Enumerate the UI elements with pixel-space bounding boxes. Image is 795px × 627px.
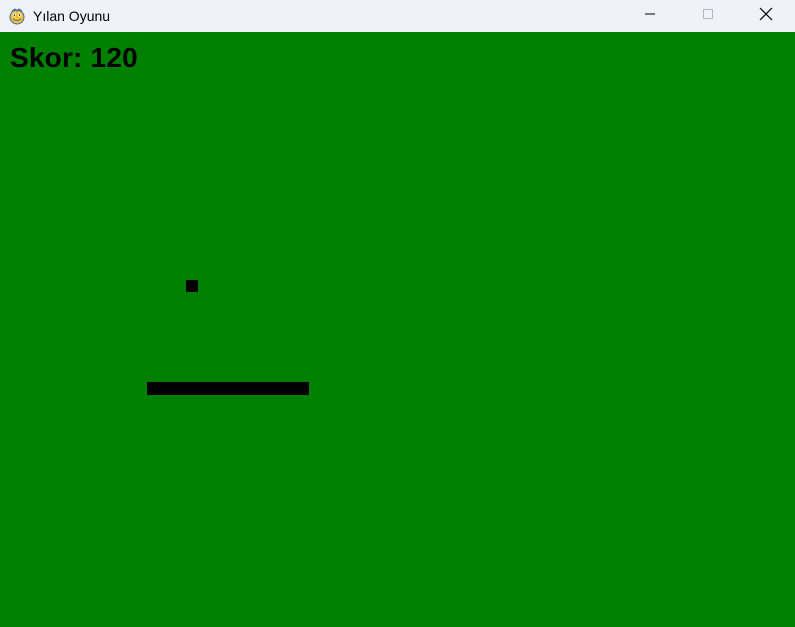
- maximize-icon: [703, 9, 713, 19]
- window-controls: [621, 0, 795, 32]
- minimize-button[interactable]: [621, 0, 679, 28]
- minimize-icon: [645, 13, 655, 15]
- game-window: Yılan Oyunu Skor: 120: [0, 0, 795, 627]
- close-icon: [759, 7, 773, 21]
- window-title: Yılan Oyunu: [33, 8, 111, 24]
- snake-body: [147, 382, 309, 395]
- title-bar[interactable]: Yılan Oyunu: [0, 0, 795, 32]
- score-label: Skor: 120: [10, 42, 138, 73]
- close-button[interactable]: [737, 0, 795, 28]
- pygame-snake-icon: [8, 7, 26, 25]
- food-pellet: [186, 280, 198, 292]
- game-canvas[interactable]: Skor: 120: [0, 32, 795, 627]
- maximize-button[interactable]: [679, 0, 737, 28]
